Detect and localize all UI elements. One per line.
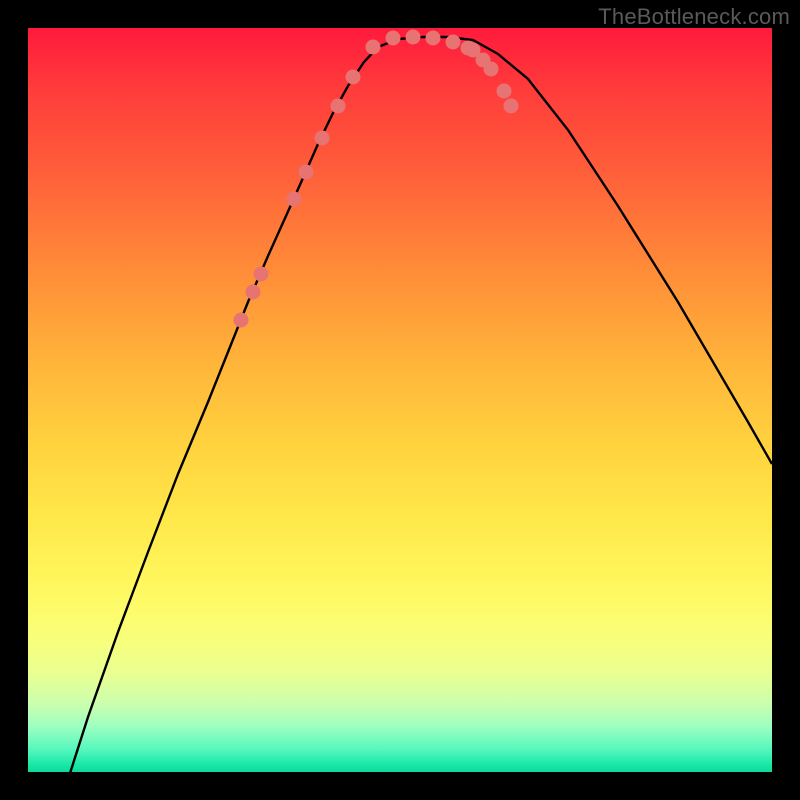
data-point-marker [446, 35, 461, 50]
watermark-text: TheBottleneck.com [598, 4, 790, 30]
plot-area [28, 28, 772, 772]
data-point-marker [497, 84, 512, 99]
data-point-marker [504, 99, 519, 114]
data-point-marker [254, 267, 269, 282]
data-point-marker [315, 131, 330, 146]
data-point-marker [366, 40, 381, 55]
bottleneck-curve [28, 28, 772, 772]
data-point-marker [331, 99, 346, 114]
chart-frame: TheBottleneck.com [0, 0, 800, 800]
data-point-marker [234, 313, 249, 328]
data-point-marker [426, 31, 441, 46]
data-point-marker [287, 192, 302, 207]
data-point-marker [346, 70, 361, 85]
data-point-marker [299, 165, 314, 180]
data-point-marker [386, 31, 401, 46]
data-point-marker [246, 285, 261, 300]
data-point-marker [484, 62, 499, 77]
data-point-marker [406, 30, 421, 45]
